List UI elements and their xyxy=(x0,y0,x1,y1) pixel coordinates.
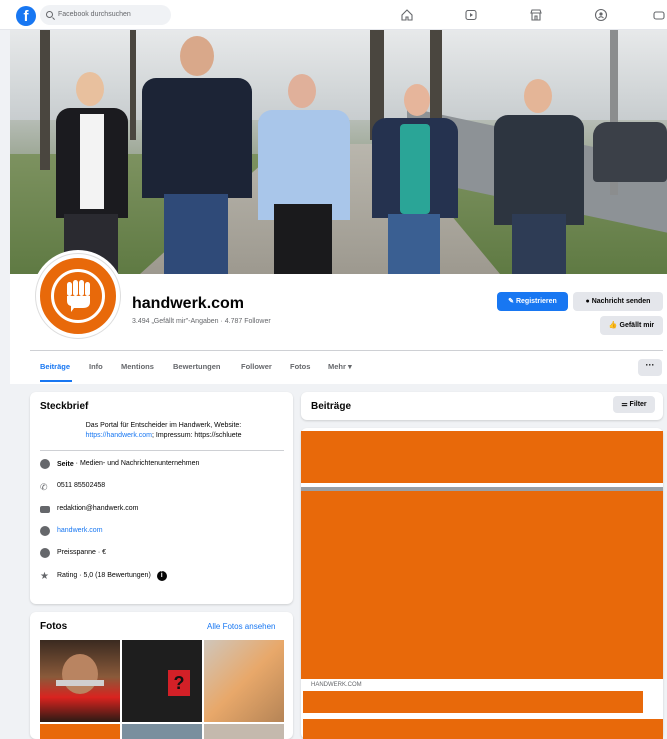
groups-icon[interactable] xyxy=(594,8,608,22)
fotos-title: Fotos xyxy=(40,621,68,632)
person-1 xyxy=(46,64,136,274)
photo-thumbnail[interactable] xyxy=(122,724,202,739)
facebook-logo-icon[interactable]: f xyxy=(16,6,36,26)
person-3 xyxy=(254,74,354,274)
all-photos-link[interactable]: Alle Fotos ansehen xyxy=(207,622,276,631)
email-icon xyxy=(40,505,50,513)
tab-fotos[interactable]: Fotos xyxy=(290,362,310,371)
search-placeholder: Facebook durchsuchen xyxy=(58,11,131,18)
register-button[interactable]: ✎ Registrieren xyxy=(497,292,568,311)
info-row-website: handwerk.com xyxy=(40,525,103,537)
post-next-redacted xyxy=(303,719,663,739)
send-message-button[interactable]: ● Nachricht senden xyxy=(573,292,663,311)
active-tab-indicator xyxy=(40,380,72,382)
search-input[interactable]: Facebook durchsuchen xyxy=(40,5,171,25)
website-link[interactable]: https://handwerk.com xyxy=(85,432,152,439)
info-icon[interactable]: i xyxy=(156,571,167,581)
car xyxy=(593,122,667,182)
link-source: HANDWERK.COM xyxy=(311,682,362,688)
post-link-title-redacted[interactable] xyxy=(303,691,643,713)
gaming-icon[interactable] xyxy=(652,8,666,22)
cover-photo[interactable] xyxy=(10,30,667,274)
watch-icon[interactable] xyxy=(464,8,478,22)
posts-title: Beiträge xyxy=(311,401,352,412)
tab-bewertungen[interactable]: Bewertungen xyxy=(173,362,221,371)
person-4 xyxy=(366,84,462,274)
tab-mentions[interactable]: Mentions xyxy=(121,362,154,371)
fist-icon xyxy=(67,280,90,312)
top-navigation-bar: f Facebook durchsuchen xyxy=(0,0,667,30)
tab-info[interactable]: Info xyxy=(89,362,103,371)
phone-icon: ✆ xyxy=(40,482,48,492)
info-row-rating: ★ Rating · 5,0 (18 Bewertungen) i xyxy=(40,570,174,582)
photo-thumbnail[interactable] xyxy=(40,724,120,739)
tab-follower[interactable]: Follower xyxy=(241,362,272,371)
page-stats: 3.494 „Gefällt mir"-Angaben · 4.787 Foll… xyxy=(132,318,271,325)
steckbrief-title: Steckbrief xyxy=(40,401,89,412)
more-options-button[interactable]: ··· xyxy=(638,359,662,376)
person-5 xyxy=(490,79,586,274)
thumbs-up-icon: 👍 xyxy=(608,322,620,329)
posts-header-card xyxy=(301,392,663,420)
search-icon xyxy=(46,11,53,18)
photo-thumbnail[interactable] xyxy=(40,640,120,722)
marketplace-icon[interactable] xyxy=(529,8,543,22)
photo-thumbnail[interactable] xyxy=(204,724,284,739)
divider xyxy=(40,450,284,451)
person-2 xyxy=(136,30,256,274)
filter-icon: ⚌ xyxy=(621,401,630,408)
page-intro: Das Portal für Entscheider im Handwerk, … xyxy=(85,422,242,439)
info-row-price: Preisspanne · € xyxy=(40,547,106,559)
profile-tabs: Beiträge Info Mentions Bewertungen Follo… xyxy=(30,351,663,383)
tab-mehr[interactable]: Mehr ▾ xyxy=(328,362,352,371)
filter-button[interactable]: ⚌ Filter xyxy=(613,396,655,413)
info-row-category: Seite · Medien- und Nachrichtenunternehm… xyxy=(40,458,199,470)
price-icon xyxy=(40,548,50,558)
avatar[interactable] xyxy=(32,250,124,342)
post-image-redacted[interactable] xyxy=(301,491,663,679)
photo-thumbnail[interactable]: ? xyxy=(122,640,202,722)
info-row-phone: ✆ 0511 85502458 xyxy=(40,482,106,492)
post-header-redacted xyxy=(301,431,663,483)
home-icon[interactable] xyxy=(400,8,414,22)
info-icon xyxy=(40,459,50,469)
globe-icon xyxy=(40,526,50,536)
like-page-button[interactable]: 👍 Gefällt mir xyxy=(600,316,663,335)
info-row-email: redaktion@handwerk.com xyxy=(40,503,138,515)
tab-beitraege[interactable]: Beiträge xyxy=(40,362,70,371)
photo-thumbnail[interactable] xyxy=(204,640,284,722)
star-icon: ★ xyxy=(40,571,49,582)
pencil-icon: ✎ xyxy=(508,298,516,305)
page-title: handwerk.com xyxy=(132,295,245,312)
